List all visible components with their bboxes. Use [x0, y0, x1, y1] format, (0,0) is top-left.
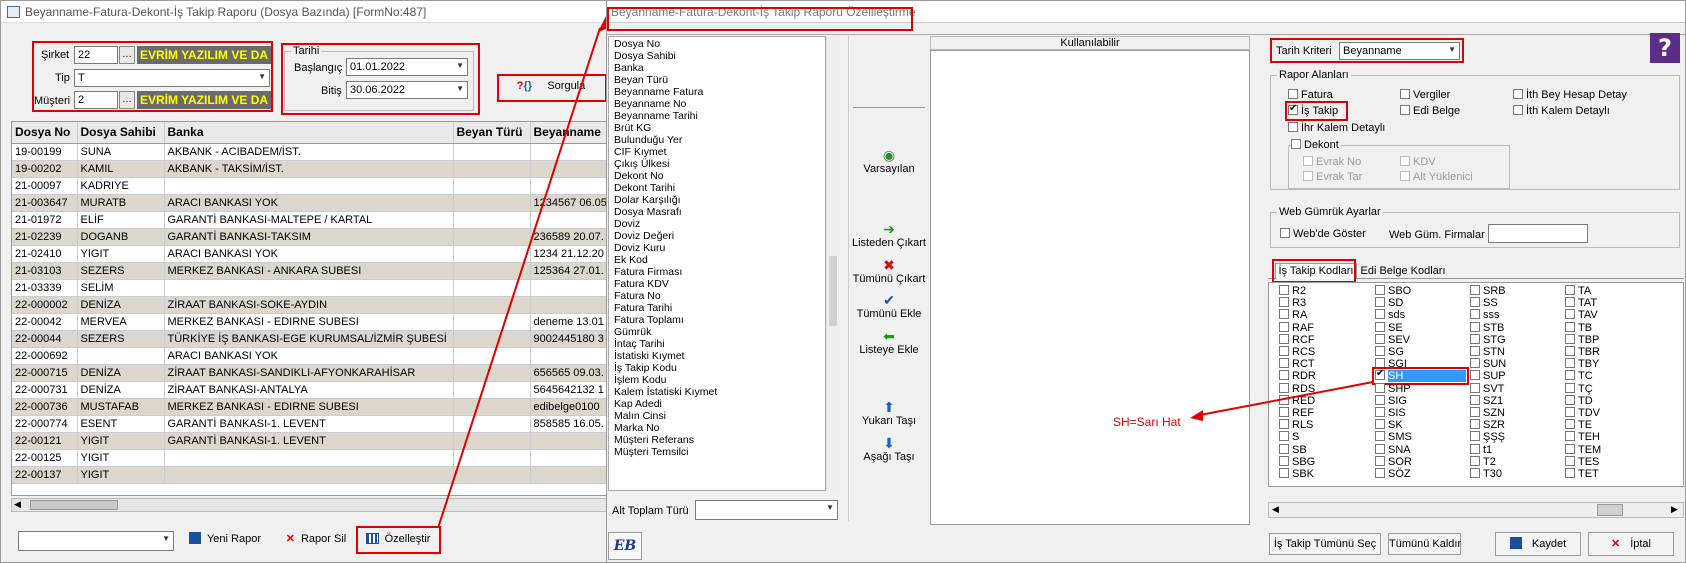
sh-annotation: SH=Sarı Hat [1113, 415, 1181, 429]
is-takip-tumunu-sec-button[interactable]: İş Takip Tümünü Seç [1269, 533, 1381, 555]
save-disk-icon [1509, 537, 1522, 549]
iptal-label: İptal [1630, 538, 1651, 550]
cancel-x-icon: ✕ [1610, 538, 1621, 550]
kaydet-button[interactable]: Kaydet [1495, 532, 1581, 556]
annotation-arrows [437, 16, 1374, 529]
iptal-button[interactable]: ✕ İptal [1588, 532, 1674, 556]
tumunu-kaldir-button[interactable]: Tümünü Kaldır [1388, 533, 1461, 555]
kaydet-label: Kaydet [1531, 538, 1567, 550]
